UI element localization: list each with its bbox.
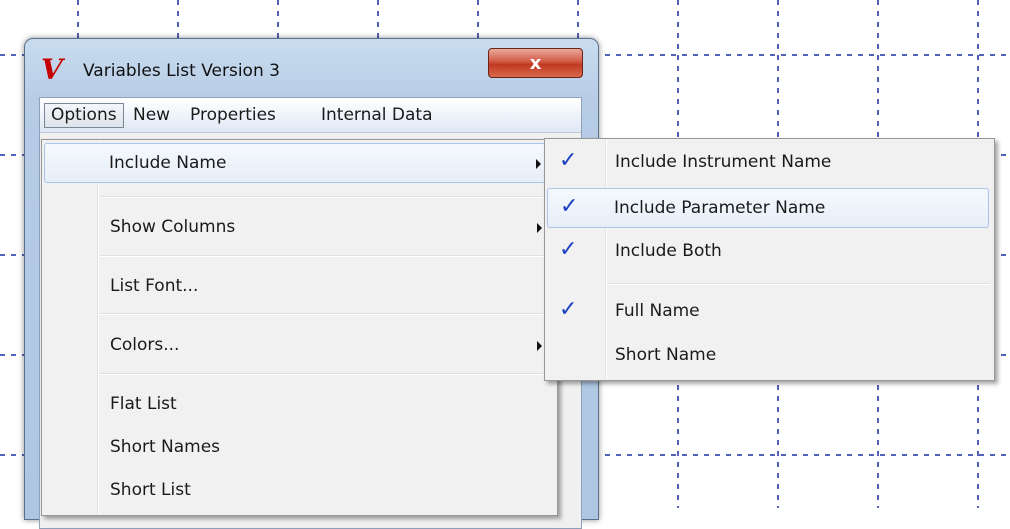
menu-item-short-name[interactable]: Short Name [547, 336, 992, 374]
menu-separator [100, 255, 553, 257]
title-bar[interactable]: V Variables List Version 3 x [25, 39, 598, 95]
check-icon: ✓ [559, 297, 578, 322]
menu-item-include-instrument-name[interactable]: ✓ Include Instrument Name [547, 143, 992, 181]
menu-separator [100, 196, 553, 198]
submenu-arrow-icon [537, 341, 542, 351]
options-menu: Include Name Show Columns List Font... C… [41, 139, 558, 516]
menu-properties[interactable]: Properties [190, 105, 276, 125]
menu-separator [100, 373, 553, 375]
menu-item-short-names[interactable]: Short Names [44, 428, 555, 466]
menu-new[interactable]: New [133, 105, 170, 125]
menu-item-full-name[interactable]: ✓ Full Name [547, 292, 992, 330]
menu-item-include-both[interactable]: ✓ Include Both [547, 232, 992, 270]
menu-separator [608, 283, 990, 285]
menu-bar: Options New Properties Internal Data [40, 98, 581, 133]
menu-options[interactable]: Options [44, 103, 124, 128]
check-icon: ✓ [560, 194, 579, 219]
close-button[interactable]: x [488, 48, 583, 78]
window-title: Variables List Version 3 [83, 61, 280, 81]
menu-item-short-list[interactable]: Short List [44, 471, 555, 509]
app-logo-icon: V [41, 53, 63, 86]
menu-item-list-font[interactable]: List Font... [44, 267, 555, 305]
check-icon: ✓ [559, 148, 578, 173]
menu-item-show-columns[interactable]: Show Columns [44, 208, 555, 246]
menu-item-flat-list[interactable]: Flat List [44, 385, 555, 423]
check-icon: ✓ [559, 237, 578, 262]
submenu-arrow-icon [536, 159, 541, 169]
menu-internal-data[interactable]: Internal Data [321, 105, 433, 125]
include-name-submenu: ✓ Include Instrument Name ✓ Include Para… [544, 138, 995, 381]
close-icon: x [529, 52, 542, 74]
menu-item-include-name[interactable]: Include Name [44, 143, 555, 183]
submenu-arrow-icon [537, 223, 542, 233]
menu-item-include-parameter-name[interactable]: ✓ Include Parameter Name [547, 188, 989, 228]
menu-separator [100, 313, 553, 315]
menu-item-colors[interactable]: Colors... [44, 326, 555, 364]
